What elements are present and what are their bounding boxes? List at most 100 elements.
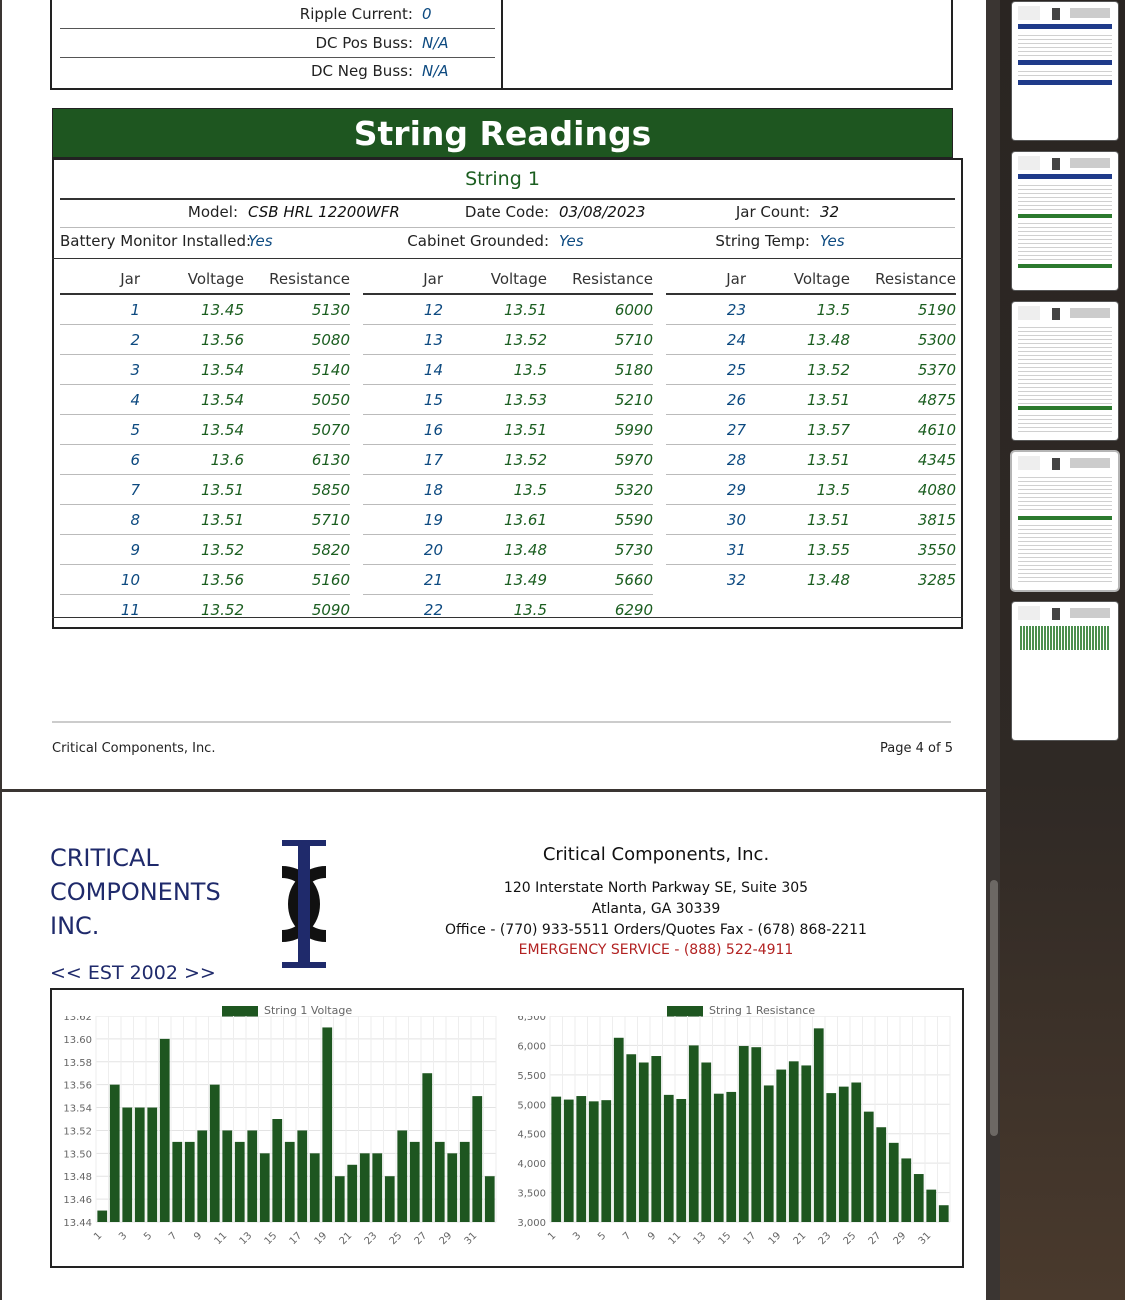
string-temp-label: String Temp: <box>715 232 810 250</box>
resistance-x-tick-label: 3 <box>571 1230 583 1242</box>
jar-number: 12 <box>363 293 443 325</box>
voltage-bar <box>134 1107 145 1222</box>
resistance-bar <box>913 1174 924 1222</box>
jar-voltage: 13.56 <box>140 324 244 355</box>
resistance-bar <box>801 1065 812 1222</box>
resistance-x-tick-label: 21 <box>792 1230 809 1247</box>
resistance-bar-chart: 3,000 3,500 4,000 4,500 5,000 5,500 6,000 6,500… <box>517 1016 951 1247</box>
resistance-bar <box>738 1046 749 1222</box>
resistance-bar <box>938 1205 949 1222</box>
jar-number: 26 <box>666 384 746 415</box>
jar-row: 16 13.51 5990 <box>363 414 653 445</box>
resistance-bar <box>626 1054 637 1222</box>
jar-resistance: 4875 <box>850 384 956 415</box>
jar-row: 9 13.52 5820 <box>60 534 350 565</box>
jar-row: 6 13.6 6130 <box>60 444 350 475</box>
voltage-x-tick-label: 3 <box>117 1230 129 1242</box>
letterhead-emergency: EMERGENCY SERVICE - (888) 522-4911 <box>518 942 794 958</box>
jar-number: 11 <box>60 594 140 624</box>
letterhead-company: Critical Components, Inc. <box>542 844 770 865</box>
voltage-column-header: Voltage <box>490 270 547 288</box>
thumbnail-band <box>1018 214 1112 218</box>
jar-row: 29 13.5 4080 <box>666 474 956 505</box>
thumbnail-band <box>1018 264 1112 268</box>
voltage-bar <box>459 1141 470 1222</box>
resistance-y-tick-label: 5,500 <box>517 1071 546 1082</box>
jar-voltage: 13.5 <box>746 474 850 505</box>
vertical-scrollbar[interactable] <box>990 880 998 1136</box>
resistance-x-tick-label: 27 <box>867 1230 884 1247</box>
jar-row: 25 13.52 5370 <box>666 354 956 385</box>
dc-pos-buss-label: DC Pos Buss: <box>315 34 413 52</box>
thumbnail-lines <box>1018 474 1112 512</box>
jar-resistance: 5070 <box>244 414 350 445</box>
jar-resistance: 5710 <box>547 324 653 355</box>
thumbnail-header <box>1018 306 1112 322</box>
page-thumbnail-sidebar[interactable] <box>1000 0 1125 1300</box>
jar-voltage: 13.5 <box>443 594 547 624</box>
jar-row: 27 13.57 4610 <box>666 414 956 445</box>
jar-voltage: 13.45 <box>140 293 244 325</box>
page-thumbnail-3[interactable] <box>1012 302 1118 440</box>
jar-voltage: 13.52 <box>443 324 547 355</box>
thumbnail-band <box>1018 60 1112 65</box>
voltage-x-tick-label: 15 <box>263 1230 280 1247</box>
jar-row: 26 13.51 4875 <box>666 384 956 415</box>
battery-monitor-label: Battery Monitor Installed: <box>60 232 252 250</box>
jar-count-value: 32 <box>820 203 840 221</box>
resistance-bar <box>588 1101 599 1222</box>
logo-text-line1: CRITICAL <box>50 844 159 872</box>
jar-voltage: 13.5 <box>443 354 547 385</box>
voltage-bar <box>484 1176 495 1222</box>
page-thumbnail-2[interactable] <box>1012 152 1118 290</box>
resistance-column-header: Resistance <box>875 270 956 288</box>
string-temp-value: Yes <box>820 232 845 250</box>
jar-number: 20 <box>363 534 443 565</box>
divider <box>52 258 963 259</box>
resistance-x-tick-label: 31 <box>917 1230 934 1247</box>
jar-number: 31 <box>666 534 746 565</box>
document-viewer[interactable]: Ripple Current: 0 DC Pos Buss: N/A DC Ne… <box>0 0 1000 1300</box>
jar-voltage: 13.5 <box>746 293 850 325</box>
jar-number: 29 <box>666 474 746 505</box>
voltage-bar <box>297 1130 308 1222</box>
jar-number: 25 <box>666 354 746 385</box>
resistance-y-tick-label: 4,500 <box>517 1130 546 1141</box>
jar-voltage: 13.51 <box>443 414 547 445</box>
resistance-bar <box>638 1062 649 1222</box>
divider <box>60 227 955 228</box>
est-text: << EST 2002 >> <box>50 962 216 984</box>
voltage-bar <box>259 1153 270 1222</box>
resistance-bar <box>813 1028 824 1222</box>
jar-number: 6 <box>60 444 140 475</box>
voltage-bar <box>284 1141 295 1222</box>
voltage-x-tick-label: 5 <box>142 1230 154 1242</box>
jar-resistance: 5300 <box>850 324 956 355</box>
voltage-x-tick-label: 11 <box>213 1230 230 1247</box>
voltage-bar <box>147 1107 158 1222</box>
voltage-column-header: Voltage <box>793 270 850 288</box>
resistance-x-tick-label: 5 <box>596 1230 608 1242</box>
thumbnail-lines <box>1018 412 1112 432</box>
jar-row: 30 13.51 3815 <box>666 504 956 535</box>
jar-voltage: 13.56 <box>140 564 244 595</box>
string-name: String 1 <box>465 168 540 190</box>
resistance-x-tick-label: 29 <box>892 1230 909 1247</box>
resistance-bar <box>838 1086 849 1222</box>
voltage-bar <box>159 1038 170 1222</box>
jar-resistance: 5850 <box>244 474 350 505</box>
jar-number: 1 <box>60 293 140 325</box>
jar-resistance: 5050 <box>244 384 350 415</box>
letterhead-address2: Atlanta, GA 30339 <box>591 901 721 917</box>
voltage-bar <box>322 1027 333 1222</box>
page-thumbnail-5[interactable] <box>1012 602 1118 740</box>
voltage-bar <box>334 1176 345 1222</box>
page-thumbnail-4[interactable] <box>1012 452 1118 590</box>
jar-voltage: 13.55 <box>746 534 850 565</box>
battery-monitor-value: Yes <box>248 232 273 250</box>
page-thumbnail-1[interactable] <box>1012 2 1118 140</box>
jar-number: 30 <box>666 504 746 535</box>
thumbnail-header <box>1018 606 1112 622</box>
voltage-x-tick-label: 29 <box>438 1230 455 1247</box>
resistance-bar <box>601 1100 612 1222</box>
